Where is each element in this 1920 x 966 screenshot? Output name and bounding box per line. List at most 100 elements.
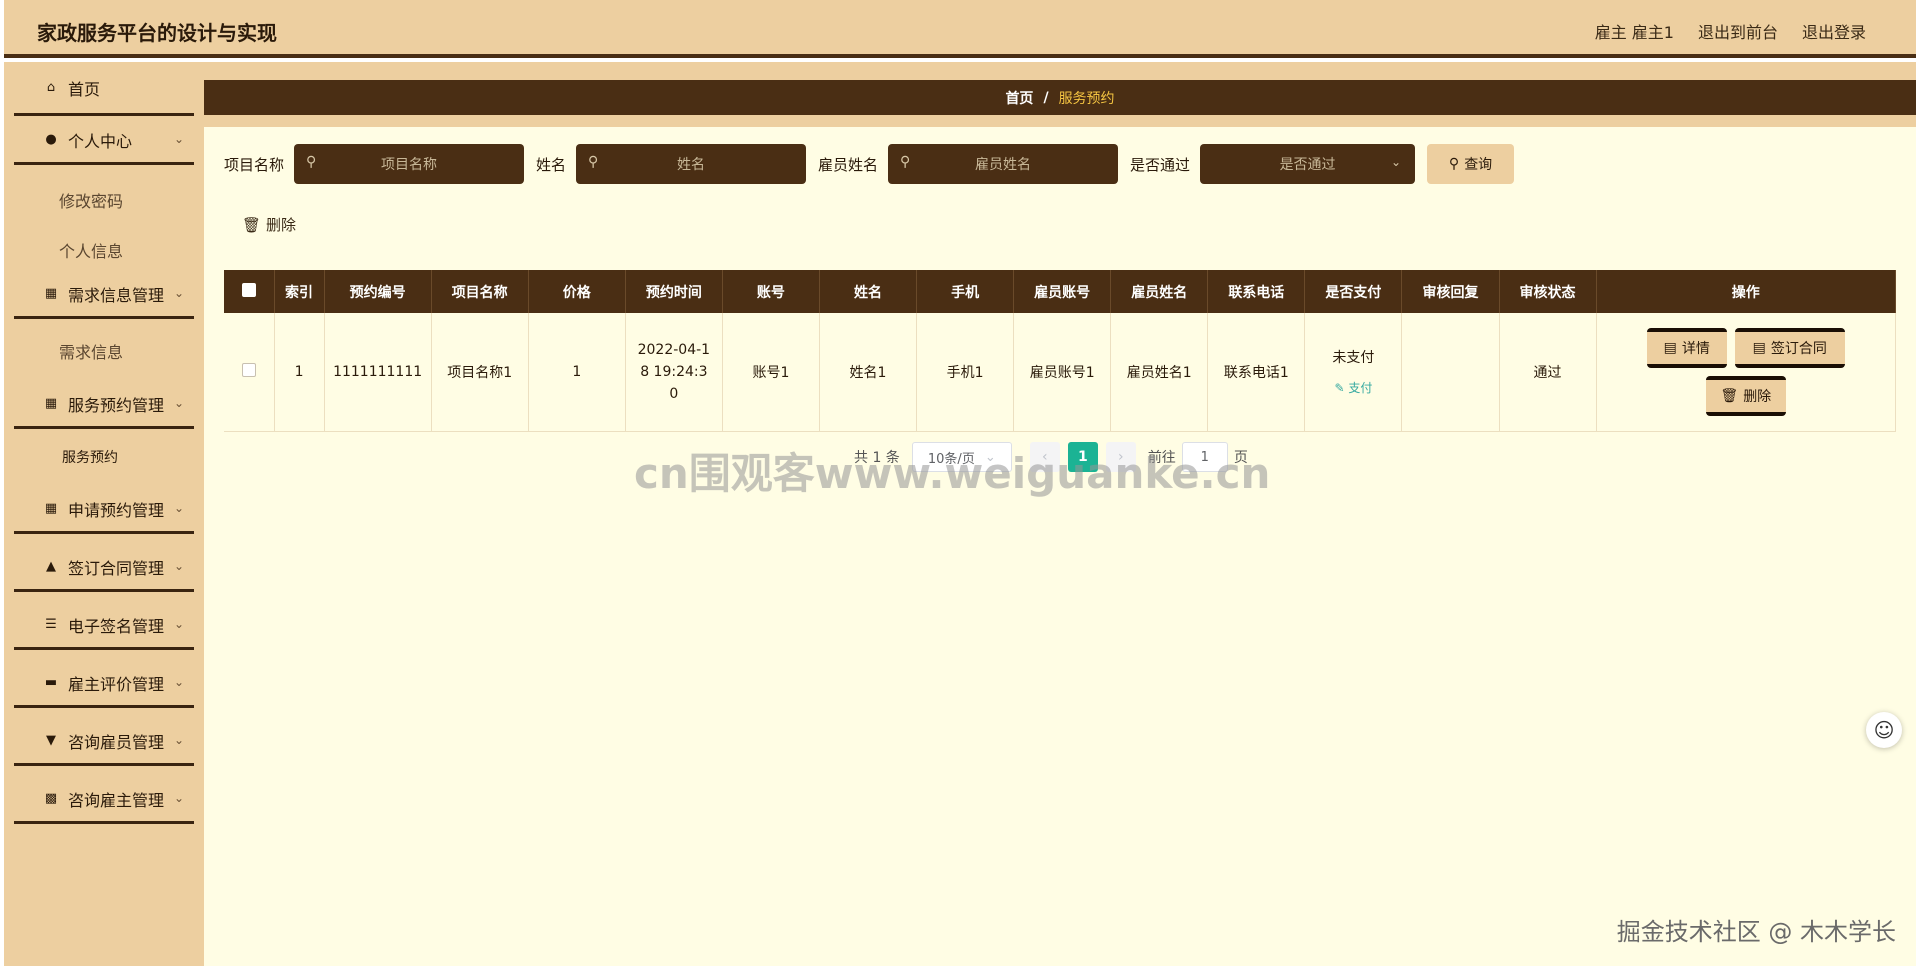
delete-row-button-label: 删除 <box>1743 388 1772 405</box>
sidebar-item-review-mgmt[interactable]: ▬ 雇主评价管理 ⌄ <box>14 660 194 708</box>
sidebar-item-apply-mgmt[interactable]: ▦ 申请预约管理 ⌄ <box>14 486 194 534</box>
sidebar-item-personal[interactable]: ● 个人中心 ⌄ <box>14 117 194 165</box>
booking-time: 2022-04-18 19:24:30 <box>637 341 711 402</box>
trash-icon: 🗑 <box>242 215 262 234</box>
chevron-down-icon: ⌄ <box>173 286 184 300</box>
grid-icon: ▦ <box>44 501 58 516</box>
project-name-label: 项目名称 <box>224 155 285 174</box>
row-checkbox[interactable] <box>241 362 256 377</box>
staff-name-input[interactable]: ⚲ 雇员姓名 <box>888 144 1119 184</box>
search-icon: ⚲ <box>1448 156 1460 172</box>
sidebar-subitem-demand-info[interactable]: 需求信息 <box>14 331 194 371</box>
sidebar-subitem-change-password[interactable]: 修改密码 <box>14 180 194 220</box>
document-icon: ▤ <box>1663 339 1677 356</box>
col-header: 姓名 <box>819 270 918 313</box>
name-input[interactable]: ⚲ 姓名 <box>576 144 807 184</box>
chevron-down-icon: ⌄ <box>173 617 184 631</box>
sign-contract-button[interactable]: ▤ 签订合同 <box>1734 327 1845 368</box>
top-bar: 家政服务平台的设计与实现 雇主 雇主1 退出到前台 退出登录 <box>4 0 1916 58</box>
sidebar-item-consult-staff-mgmt[interactable]: ▼ 咨询雇员管理 ⌄ <box>14 718 194 766</box>
cell-reply <box>1401 313 1500 432</box>
sidebar-subitem-booking[interactable]: 服务预约 <box>14 437 194 477</box>
sidebar-item-label: 咨询雇主管理 <box>68 790 165 810</box>
col-header: 预约编号 <box>324 270 432 313</box>
cell-status: 通过 <box>1499 313 1597 432</box>
cell-contact: 联系电话1 <box>1207 313 1306 432</box>
current-user: 雇主 雇主1 <box>1594 23 1674 42</box>
sidebar-item-label: 服务预约管理 <box>68 395 165 415</box>
query-button[interactable]: ⚲ 查询 <box>1427 144 1515 184</box>
pass-select-placeholder: 是否通过 <box>1279 157 1336 173</box>
col-header: 雇员姓名 <box>1110 270 1209 313</box>
staff-name-label: 雇员姓名 <box>818 155 879 174</box>
sidebar: ⌂ 首页 ● 个人中心 ⌄ 修改密码 个人信息 ▦ 需求信息管理 ⌄ 需求信息 … <box>4 62 204 966</box>
sidebar-item-demand-mgmt[interactable]: ▦ 需求信息管理 ⌄ <box>14 271 194 319</box>
sidebar-subitem-label: 服务预约 <box>62 450 118 466</box>
clipboard-icon: ▩ <box>44 791 58 806</box>
col-header: 预约时间 <box>625 270 723 313</box>
col-header: 雇员账号 <box>1013 270 1112 313</box>
app-title: 家政服务平台的设计与实现 <box>37 21 277 45</box>
breadcrumb: 首页 / 服务预约 <box>204 80 1916 115</box>
batch-delete-label: 删除 <box>266 216 297 234</box>
paid-status: 未支付 <box>1332 350 1375 367</box>
cell-staff-name: 雇员姓名1 <box>1110 313 1209 432</box>
search-icon: ⚲ <box>588 154 599 170</box>
select-all-checkbox[interactable] <box>241 282 256 297</box>
sidebar-item-label: 首页 <box>68 79 101 99</box>
exit-to-front-link[interactable]: 退出到前台 <box>1698 19 1778 43</box>
chat-avatar-button[interactable]: ☺ <box>1866 712 1902 748</box>
cell-actions: ▤ 详情 ▤ 签订合同 🗑 删除 <box>1596 313 1897 432</box>
col-header: 操作 <box>1596 270 1897 313</box>
pass-label: 是否通过 <box>1130 155 1191 174</box>
pay-link[interactable]: ✎ 支付 <box>1305 379 1401 396</box>
trash-icon: 🗑 <box>1720 387 1739 404</box>
table-header-row: 索引 预约编号 项目名称 价格 预约时间 账号 姓名 手机 雇员账号 雇员姓名 … <box>224 270 1897 313</box>
batch-delete-button[interactable]: 🗑 删除 <box>242 214 296 235</box>
project-name-input[interactable]: ⚲ 项目名称 <box>294 144 525 184</box>
delete-row-button[interactable]: 🗑 删除 <box>1705 375 1786 416</box>
sidebar-item-home[interactable]: ⌂ 首页 <box>14 62 194 116</box>
sidebar-item-label: 咨询雇员管理 <box>68 732 165 752</box>
avatar-icon: ☺ <box>1873 718 1895 742</box>
breadcrumb-home[interactable]: 首页 <box>1005 88 1033 108</box>
sidebar-item-esign-mgmt[interactable]: ☰ 电子签名管理 ⌄ <box>14 602 194 650</box>
cell-project: 项目名称1 <box>431 313 529 432</box>
query-button-label: 查询 <box>1464 157 1493 173</box>
sidebar-item-consult-employer-mgmt[interactable]: ▩ 咨询雇主管理 ⌄ <box>14 776 194 824</box>
select-all-cell[interactable] <box>224 270 275 313</box>
chevron-down-icon: ⌄ <box>173 132 184 146</box>
pass-select[interactable]: 是否通过 ⌄ <box>1200 144 1416 184</box>
col-header: 索引 <box>274 270 325 313</box>
sidebar-item-contract-mgmt[interactable]: ▲ 签订合同管理 ⌄ <box>14 544 194 592</box>
search-icon: ⚲ <box>306 154 317 170</box>
table-row: 1 1111111111 项目名称1 1 2022-04-18 19:24:30… <box>224 313 1897 432</box>
project-name-placeholder: 项目名称 <box>381 157 438 173</box>
col-header: 价格 <box>528 270 626 313</box>
col-header: 手机 <box>916 270 1015 313</box>
row-select-cell[interactable] <box>224 313 275 432</box>
sidebar-subitem-label: 需求信息 <box>59 343 124 362</box>
cell-price: 1 <box>528 313 626 432</box>
search-bar: 项目名称 ⚲ 项目名称 姓名 ⚲ 姓名 雇员姓名 ⚲ 雇员姓名 是否通过 是否通… <box>224 144 1515 184</box>
detail-button[interactable]: ▤ 详情 <box>1646 327 1727 368</box>
logout-link[interactable]: 退出登录 <box>1802 19 1866 43</box>
chevron-down-icon: ⌄ <box>173 675 184 689</box>
chevron-down-icon: ⌄ <box>173 733 184 747</box>
header-actions: 雇主 雇主1 退出到前台 退出登录 <box>1595 19 1866 43</box>
name-placeholder: 姓名 <box>677 157 706 173</box>
breadcrumb-current: 服务预约 <box>1058 90 1115 107</box>
stamp-icon: ▲ <box>46 559 56 574</box>
main-content: 首页 / 服务预约 项目名称 ⚲ 项目名称 姓名 ⚲ 姓名 雇员姓名 ⚲ 雇员姓… <box>204 62 1916 966</box>
chevron-down-icon: ⌄ <box>173 501 184 515</box>
sidebar-item-booking-mgmt[interactable]: ▦ 服务预约管理 ⌄ <box>14 381 194 429</box>
sidebar-subitem-personal-info[interactable]: 个人信息 <box>14 230 194 270</box>
sidebar-item-label: 申请预约管理 <box>68 500 165 520</box>
booking-table: 索引 预约编号 项目名称 价格 预约时间 账号 姓名 手机 雇员账号 雇员姓名 … <box>224 270 1897 432</box>
cell-paid: 未支付 ✎ 支付 <box>1304 313 1403 432</box>
home-icon: ⌂ <box>46 80 56 95</box>
chevron-down-icon: ⌄ <box>1391 155 1402 169</box>
document-icon: ▤ <box>1752 339 1766 356</box>
cell-name: 姓名1 <box>819 313 918 432</box>
list-icon: ☰ <box>45 617 57 632</box>
